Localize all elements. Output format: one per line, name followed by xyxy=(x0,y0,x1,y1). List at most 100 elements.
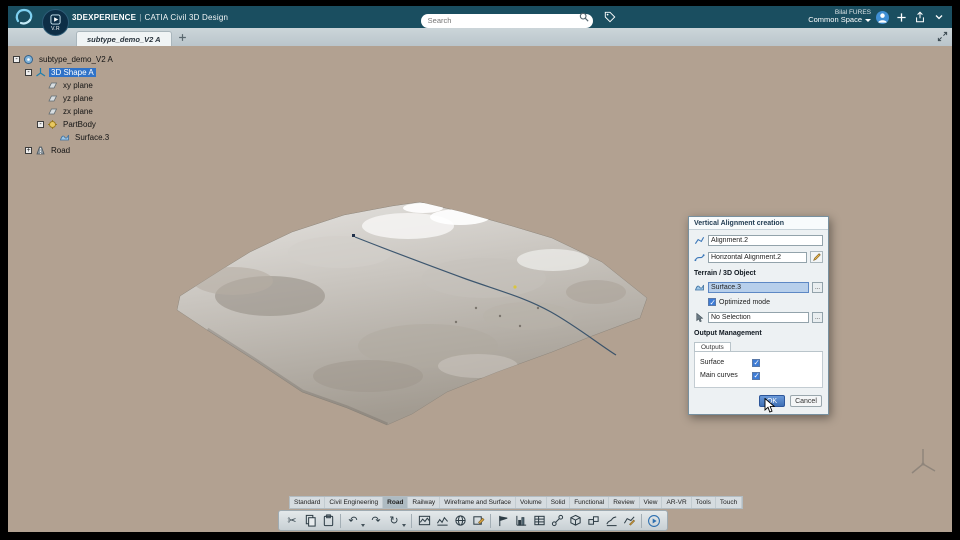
horizontal-alignment-icon xyxy=(694,252,705,263)
dialog-title[interactable]: Vertical Alignment creation xyxy=(689,217,828,230)
output-main-curves-checkbox[interactable] xyxy=(752,371,760,380)
output-surface-checkbox[interactable] xyxy=(752,358,760,367)
undo-button[interactable]: ↶ xyxy=(345,513,361,529)
redo-button[interactable]: ↷ xyxy=(368,513,384,529)
brand-divider: | xyxy=(139,12,142,22)
document-tab[interactable]: subtype_demo_V2 A xyxy=(76,31,172,46)
user-menu[interactable]: Bilal FURES Common Space xyxy=(808,9,871,25)
tab-wireframe-and-surface[interactable]: Wireframe and Surface xyxy=(440,497,517,508)
view-compass-triad[interactable] xyxy=(906,444,940,483)
flag-button[interactable] xyxy=(495,513,511,529)
expand-viewport-icon[interactable] xyxy=(937,31,948,42)
plane-icon xyxy=(47,106,58,117)
application-window: 3DEXPERIENCE|CATIA Civil 3D Design Bilal… xyxy=(8,6,952,532)
document-tab-label: subtype_demo_V2 A xyxy=(87,34,161,44)
volume-button[interactable] xyxy=(585,513,601,529)
plane-icon xyxy=(47,93,58,104)
search-input[interactable] xyxy=(420,13,593,28)
app-badge-label: V.R xyxy=(51,25,60,32)
solids-button[interactable] xyxy=(567,513,583,529)
volume-icon xyxy=(587,516,599,525)
tree-item-label: Road xyxy=(51,146,71,155)
tab-view[interactable]: View xyxy=(640,497,663,508)
road-icon xyxy=(35,145,46,156)
tab-functional[interactable]: Functional xyxy=(570,497,610,508)
tree-item-3d-shape[interactable]: 3D Shape A xyxy=(25,66,115,79)
toolbar-separator xyxy=(411,513,412,528)
document-tab-bar: subtype_demo_V2 A xyxy=(8,28,952,46)
tree-item-partbody[interactable]: PartBody xyxy=(37,118,115,131)
outputs-tab[interactable]: Outputs xyxy=(694,342,731,351)
undo-icon: ↶ xyxy=(348,514,358,527)
specification-tree: subtype_demo_V2 A 3D Shape A xy plane yz… xyxy=(13,53,115,157)
terrain-surface[interactable] xyxy=(176,201,648,426)
surface-edit-icon xyxy=(623,516,635,526)
surface-edit-button[interactable] xyxy=(621,513,637,529)
tree-expander-icon[interactable] xyxy=(13,56,20,63)
tree-expander-icon[interactable] xyxy=(37,121,44,128)
section-chart-button[interactable] xyxy=(603,513,619,529)
tree-item-xy-plane[interactable]: xy plane xyxy=(37,79,115,92)
horizontal-alignment-input[interactable] xyxy=(708,251,807,263)
tree-item-label: subtype_demo_V2 A xyxy=(39,55,113,64)
tab-standard[interactable]: Standard xyxy=(290,497,326,508)
play-button[interactable] xyxy=(646,513,662,529)
globe-button[interactable] xyxy=(452,513,468,529)
more-menu-icon[interactable] xyxy=(932,10,946,24)
toolbar-separator xyxy=(340,513,341,528)
update-button[interactable]: ↻ xyxy=(386,513,402,529)
tab-civil-engineering[interactable]: Civil Engineering xyxy=(325,497,384,508)
tree-item-label: PartBody xyxy=(63,120,96,129)
tree-expander-icon[interactable] xyxy=(25,147,32,154)
tag-icon[interactable] xyxy=(604,11,616,23)
tree-item-zx-plane[interactable]: zx plane xyxy=(37,105,115,118)
selection-input[interactable] xyxy=(708,312,809,323)
search-icon[interactable] xyxy=(579,12,589,22)
tab-touch[interactable]: Touch xyxy=(716,497,743,508)
link-button[interactable] xyxy=(549,513,565,529)
chevron-down-icon xyxy=(865,19,871,23)
alignment-name-input[interactable] xyxy=(708,235,823,246)
tree-expander-icon[interactable] xyxy=(25,69,32,76)
table-button[interactable] xyxy=(531,513,547,529)
play-icon xyxy=(648,514,660,527)
cut-button[interactable]: ✂ xyxy=(284,513,300,529)
tab-solid[interactable]: Solid xyxy=(547,497,571,508)
plane-icon xyxy=(47,80,58,91)
action-toolbar: ✂ ↶ ↷ ↻ xyxy=(278,510,668,531)
tree-item-root[interactable]: subtype_demo_V2 A xyxy=(13,53,115,66)
workbench-tab-bar: Standard Civil Engineering Road Railway … xyxy=(289,496,744,509)
terrain-surface-input[interactable] xyxy=(708,282,809,293)
cancel-button[interactable]: Cancel xyxy=(790,395,822,407)
add-icon[interactable] xyxy=(894,10,908,24)
alignment-start-marker xyxy=(352,234,355,237)
profile-chart-button[interactable] xyxy=(416,513,432,529)
tab-railway[interactable]: Railway xyxy=(408,497,441,508)
3ds-logo-icon[interactable] xyxy=(14,7,34,27)
tree-item-surface3[interactable]: Surface.3 xyxy=(49,131,115,144)
tab-road[interactable]: Road xyxy=(383,497,409,508)
copy-button[interactable] xyxy=(302,513,318,529)
user-avatar-icon[interactable] xyxy=(876,10,889,24)
tree-item-road[interactable]: Road xyxy=(25,144,115,157)
app-badge[interactable]: V.R xyxy=(42,9,69,36)
outputs-tab-strip: Outputs xyxy=(694,342,823,352)
wave-chart-button[interactable] xyxy=(434,513,450,529)
optimized-mode-checkbox[interactable] xyxy=(708,298,716,307)
tab-tools[interactable]: Tools xyxy=(692,497,716,508)
tab-volume[interactable]: Volume xyxy=(516,497,547,508)
edit-pencil-icon[interactable] xyxy=(810,251,823,263)
analysis-chart-button[interactable] xyxy=(513,513,529,529)
tab-review[interactable]: Review xyxy=(609,497,640,508)
selection-browse-button[interactable]: ... xyxy=(812,312,823,323)
undo-dropdown-caret[interactable] xyxy=(361,523,365,527)
tree-item-yz-plane[interactable]: yz plane xyxy=(37,92,115,105)
tab-ar-vr[interactable]: AR-VR xyxy=(662,497,692,508)
paste-button[interactable] xyxy=(320,513,336,529)
update-dropdown-caret[interactable] xyxy=(402,523,406,527)
tree-item-label: yz plane xyxy=(63,94,93,103)
share-icon[interactable] xyxy=(913,10,927,24)
new-tab-icon[interactable] xyxy=(178,33,187,42)
surface-browse-button[interactable]: ... xyxy=(812,282,823,293)
sketch-button[interactable] xyxy=(470,513,486,529)
